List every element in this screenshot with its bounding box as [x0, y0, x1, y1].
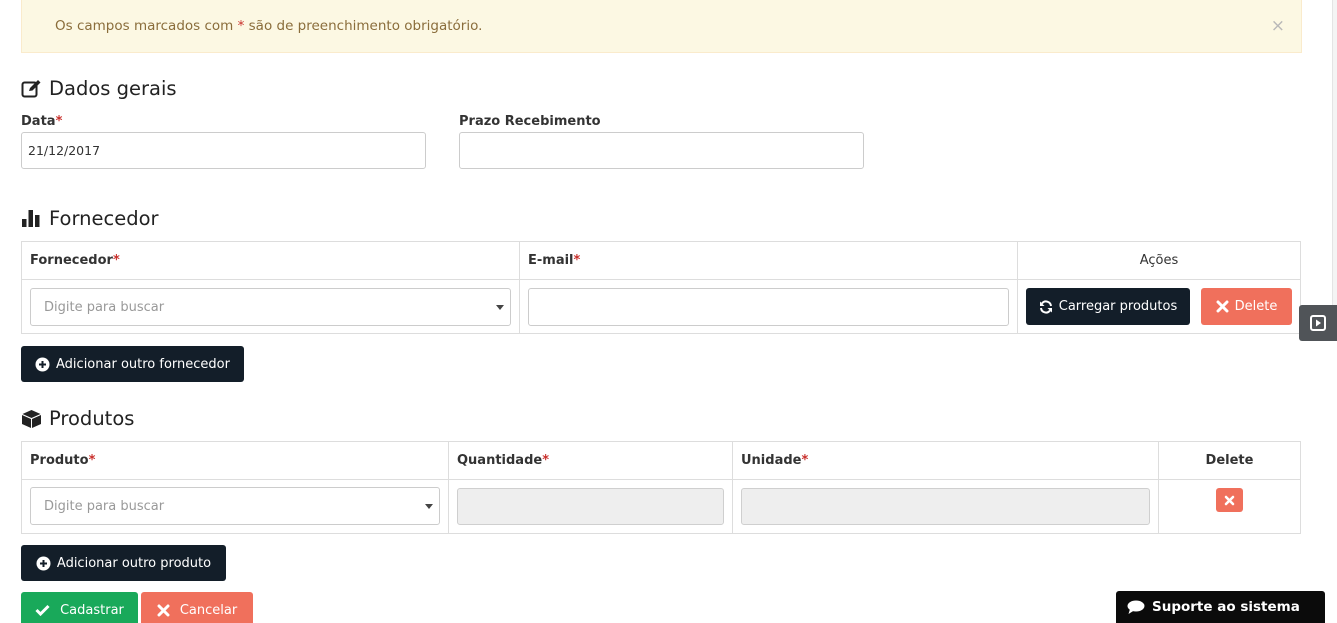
play-box-icon	[1310, 315, 1326, 331]
add-product-label: Adicionar outro produto	[56, 555, 212, 571]
products-table-col-divider	[732, 441, 733, 534]
delete-column-header: Delete	[1205, 453, 1254, 468]
unit-input[interactable]	[741, 488, 1150, 525]
load-products-label: Carregar produtos	[1058, 299, 1178, 314]
quantity-column-header: Quantidade*	[457, 453, 550, 468]
cancel-button[interactable]: Cancelar	[141, 592, 253, 623]
cube-icon	[22, 409, 41, 428]
product-select-placeholder: Digite para buscar	[44, 499, 165, 514]
supplier-table-divider	[21, 279, 1301, 280]
side-panel-toggle[interactable]	[1299, 305, 1337, 341]
product-column-header: Produto*	[30, 453, 96, 468]
delete-supplier-button[interactable]: Delete	[1201, 288, 1292, 325]
section-title-general-text: Dados gerais	[49, 77, 177, 100]
support-label: Suporte ao sistema	[1152, 599, 1300, 615]
delete-product-button[interactable]	[1216, 488, 1243, 512]
add-supplier-button[interactable]: Adicionar outro fornecedor	[21, 346, 244, 382]
products-table-divider	[21, 479, 1301, 480]
section-title-products-text: Produtos	[49, 407, 135, 430]
supplier-select[interactable]: Digite para buscar	[30, 288, 511, 326]
section-title-general: Dados gerais	[21, 77, 177, 100]
submit-label: Cadastrar	[60, 602, 124, 618]
chevron-down-icon	[496, 305, 504, 310]
alert-text-after: são de preenchimento obrigatório.	[244, 18, 483, 34]
actions-column-header: Ações	[1139, 253, 1179, 268]
alert-message: Os campos marcados com * são de preenchi…	[55, 18, 482, 34]
load-products-button[interactable]: Carregar produtos	[1026, 288, 1190, 325]
plus-circle-icon	[36, 556, 51, 570]
section-title-products: Produtos	[21, 407, 134, 430]
close-icon	[157, 604, 170, 616]
close-icon	[1224, 495, 1235, 505]
bar-chart-icon	[22, 210, 40, 227]
close-icon[interactable]: ×	[1271, 16, 1285, 36]
email-input[interactable]	[528, 288, 1009, 326]
date-input[interactable]	[21, 132, 426, 169]
add-supplier-label: Adicionar outro fornecedor	[56, 356, 230, 372]
supplier-select-placeholder: Digite para buscar	[44, 300, 165, 315]
supplier-table-col-divider	[519, 241, 520, 334]
check-icon	[35, 604, 50, 616]
chevron-down-icon	[425, 504, 433, 509]
plus-circle-icon	[35, 357, 50, 371]
products-table-col-divider	[448, 441, 449, 534]
section-title-supplier: Fornecedor	[21, 207, 159, 230]
scrollbar[interactable]	[1332, 0, 1337, 305]
refresh-icon	[1039, 299, 1052, 314]
add-product-button[interactable]: Adicionar outro produto	[21, 545, 226, 581]
deadline-input[interactable]	[459, 132, 864, 169]
email-column-header: E-mail*	[528, 253, 581, 268]
submit-button[interactable]: Cadastrar	[21, 592, 138, 623]
section-title-supplier-text: Fornecedor	[49, 207, 159, 230]
cancel-label: Cancelar	[179, 602, 238, 618]
delete-supplier-label: Delete	[1234, 299, 1278, 314]
supplier-column-header: Fornecedor*	[30, 253, 120, 268]
required-fields-alert: Os campos marcados com * são de preenchi…	[21, 0, 1302, 53]
deadline-label: Prazo Recebimento	[459, 114, 601, 129]
alert-text-before: Os campos marcados com	[55, 18, 238, 34]
date-label: Data*	[21, 114, 63, 129]
support-button[interactable]: Suporte ao sistema	[1116, 591, 1325, 623]
chat-icon	[1127, 600, 1145, 614]
edit-icon	[21, 80, 41, 98]
product-select[interactable]: Digite para buscar	[30, 487, 440, 525]
unit-column-header: Unidade*	[741, 453, 809, 468]
quantity-input[interactable]	[457, 488, 724, 525]
close-icon	[1216, 300, 1229, 313]
